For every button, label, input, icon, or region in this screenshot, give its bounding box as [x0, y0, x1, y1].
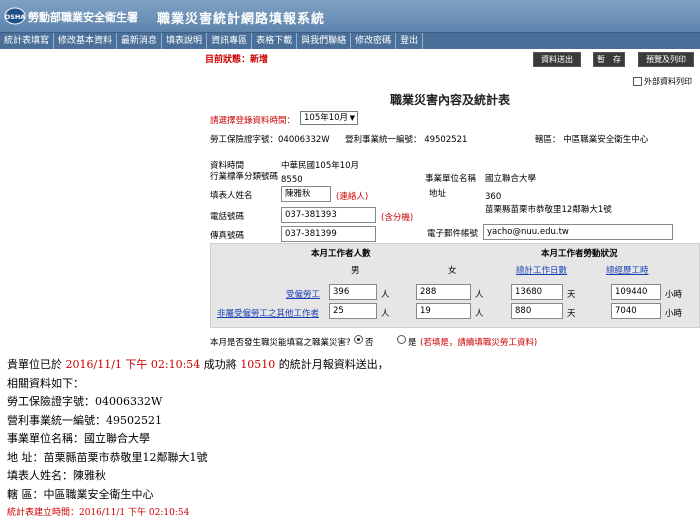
form-area: 目前狀態：新增 資料送出 暫 存 預覽及列印 外部資料列印 職業災害內容及統計表…	[205, 49, 700, 349]
nav-logout[interactable]: 登出	[396, 33, 424, 49]
unit-day: 天	[567, 309, 576, 319]
nav-instructions[interactable]: 填表說明	[162, 33, 208, 49]
email-label: 電子郵件帳號	[427, 229, 479, 239]
total-days-link[interactable]: 總計工作日數	[516, 264, 567, 276]
address-label: 地址	[429, 189, 447, 199]
unit-name-value: 國立聯合大學	[485, 174, 537, 184]
submission-message: 貴單位已於 2016/11/1 下午 02:10:54 成功將 10510 的統…	[7, 356, 697, 523]
labor-table: 本月工作者人數 本月工作者勞動狀況 男 女 總計工作日數 總經歷工時 受僱勞工 …	[210, 243, 700, 328]
msg-report-id: 10510	[240, 358, 276, 371]
created-time: 統計表建立時間：2016/11/1 下午 02:10:54	[7, 508, 190, 518]
unit-day: 天	[567, 290, 576, 300]
other-male-input[interactable]: 25	[329, 303, 377, 319]
address-zip: 360	[485, 192, 502, 202]
total-hours-link[interactable]: 總經歷工時	[606, 264, 649, 276]
message-line-6: 地 址：苗栗縣苗栗市恭敬里12鄰聯大1號	[7, 450, 208, 464]
send-button[interactable]: 資料送出	[533, 52, 581, 67]
msg-text: 貴單位已於	[7, 358, 66, 371]
agency-name: 勞動部職業安全衛生署	[28, 11, 138, 24]
employee-female-input[interactable]: 288	[416, 284, 471, 300]
external-print-option[interactable]: 外部資料列印	[633, 76, 692, 87]
message-line-7: 填表人姓名：陳雅秋	[7, 469, 106, 482]
period-select[interactable]: 105年10月 ▼	[300, 111, 358, 125]
ext-tag: (含分機)	[381, 213, 414, 223]
unit-person: 人	[381, 309, 390, 319]
dropdown-arrow-icon: ▼	[349, 114, 355, 122]
save-draft-button[interactable]: 暫 存	[593, 52, 625, 67]
nav-info[interactable]: 資訊專區	[207, 33, 253, 49]
message-line-8: 轄 區：中區職業安全衛生中心	[7, 487, 154, 501]
labor-status-header: 本月工作者勞動狀況	[541, 249, 618, 259]
osha-logo: OSHA	[4, 7, 26, 25]
unit-person: 人	[475, 290, 484, 300]
main-nav: 統計表填寫 修改基本資料 最新消息 填表說明 資訊專區 表格下載 與我們聯絡 修…	[0, 33, 700, 49]
industry-label: 行業標準分類號碼	[210, 172, 279, 182]
external-print-label: 外部資料列印	[644, 77, 692, 86]
industry-value: 8550	[281, 175, 303, 185]
msg-date: 2016/11/1 下午 02:10:54	[65, 358, 201, 371]
business-number: 營利事業統一編號： 49502521	[345, 135, 468, 145]
phone-label: 電話號碼	[210, 212, 245, 222]
radio-yes[interactable]	[397, 335, 406, 344]
other-hours-input[interactable]: 7040	[611, 303, 661, 319]
phone-input[interactable]: 037-381393	[281, 207, 376, 223]
other-worker-row-link[interactable]: 非屬受僱勞工之其他工作者	[217, 307, 319, 319]
period-label: 請選擇登錄資料時間：	[210, 116, 296, 126]
external-print-checkbox[interactable]	[633, 77, 642, 86]
preview-print-button[interactable]: 預覽及列印	[638, 52, 694, 67]
period-select-value: 105年10月	[304, 113, 349, 123]
unit-hour: 小時	[665, 309, 683, 319]
contact-tag: (連絡人)	[336, 192, 369, 202]
logo-text: OSHA	[5, 13, 26, 21]
msg-text: 的統計月報資料送出，	[275, 358, 389, 371]
female-header: 女	[448, 266, 457, 276]
system-title: 職業災害統計網路填報系統	[157, 12, 326, 27]
nav-downloads[interactable]: 表格下載	[252, 33, 298, 49]
message-line-1: 貴單位已於 2016/11/1 下午 02:10:54 成功將 10510 的統…	[7, 356, 697, 375]
message-line-4: 營利事業統一編號：49502521	[7, 413, 162, 427]
unit-name-label: 事業單位名稱	[425, 174, 477, 184]
radio-yes-label: 是	[408, 338, 417, 348]
filler-label: 填表人姓名	[210, 191, 253, 201]
employee-row-link[interactable]: 受僱勞工	[286, 288, 320, 300]
workers-header: 本月工作者人數	[311, 249, 371, 259]
other-female-input[interactable]: 19	[416, 303, 471, 319]
unit-person: 人	[381, 290, 390, 300]
accident-question: 本月是否發生職災能填寫之職業災害?	[210, 338, 351, 348]
unit-hour: 小時	[665, 290, 683, 300]
employee-days-input[interactable]: 13680	[511, 284, 563, 300]
employee-male-input[interactable]: 396	[329, 284, 377, 300]
nav-change-password[interactable]: 修改密碼	[351, 33, 397, 49]
radio-no[interactable]	[354, 335, 363, 344]
male-header: 男	[351, 266, 360, 276]
address-value: 苗栗縣苗栗市恭敬里12鄰聯大1號	[485, 205, 612, 215]
nav-fill-form[interactable]: 統計表填寫	[0, 33, 55, 49]
msg-text: 成功將	[200, 358, 241, 371]
fax-label: 傳真號碼	[210, 231, 245, 241]
form-title: 職業災害內容及統計表	[390, 93, 511, 107]
data-time-value: 中華民國105年10月	[281, 161, 360, 171]
current-status: 目前狀態：新增	[205, 55, 269, 65]
unit-person: 人	[475, 309, 484, 319]
insurance-number: 勞工保險證字號：04006332W	[210, 135, 330, 145]
nav-edit-profile[interactable]: 修改基本資料	[54, 33, 118, 49]
app-header: OSHA 勞動部職業安全衛生署 職業災害統計網路填報系統	[0, 0, 700, 33]
other-days-input[interactable]: 880	[511, 303, 563, 319]
nav-contact[interactable]: 與我們聯絡	[297, 33, 352, 49]
employee-hours-input[interactable]: 109440	[611, 284, 661, 300]
nav-news[interactable]: 最新消息	[117, 33, 163, 49]
email-input[interactable]: yacho@nuu.edu.tw	[483, 224, 673, 240]
filler-name-input[interactable]: 陳雅秋	[281, 186, 331, 202]
message-line-5: 事業單位名稱：國立聯合大學	[7, 432, 150, 445]
message-line-2: 相關資料如下：	[7, 376, 84, 390]
yes-note: (若填是，請續填職災勞工資料)	[420, 338, 538, 348]
fax-input[interactable]: 037-381399	[281, 226, 376, 242]
district: 轄區： 中區職業安全衛生中心	[535, 135, 649, 145]
radio-no-label: 否	[365, 338, 374, 348]
message-line-3: 勞工保險證字號：04006332W	[7, 395, 163, 408]
